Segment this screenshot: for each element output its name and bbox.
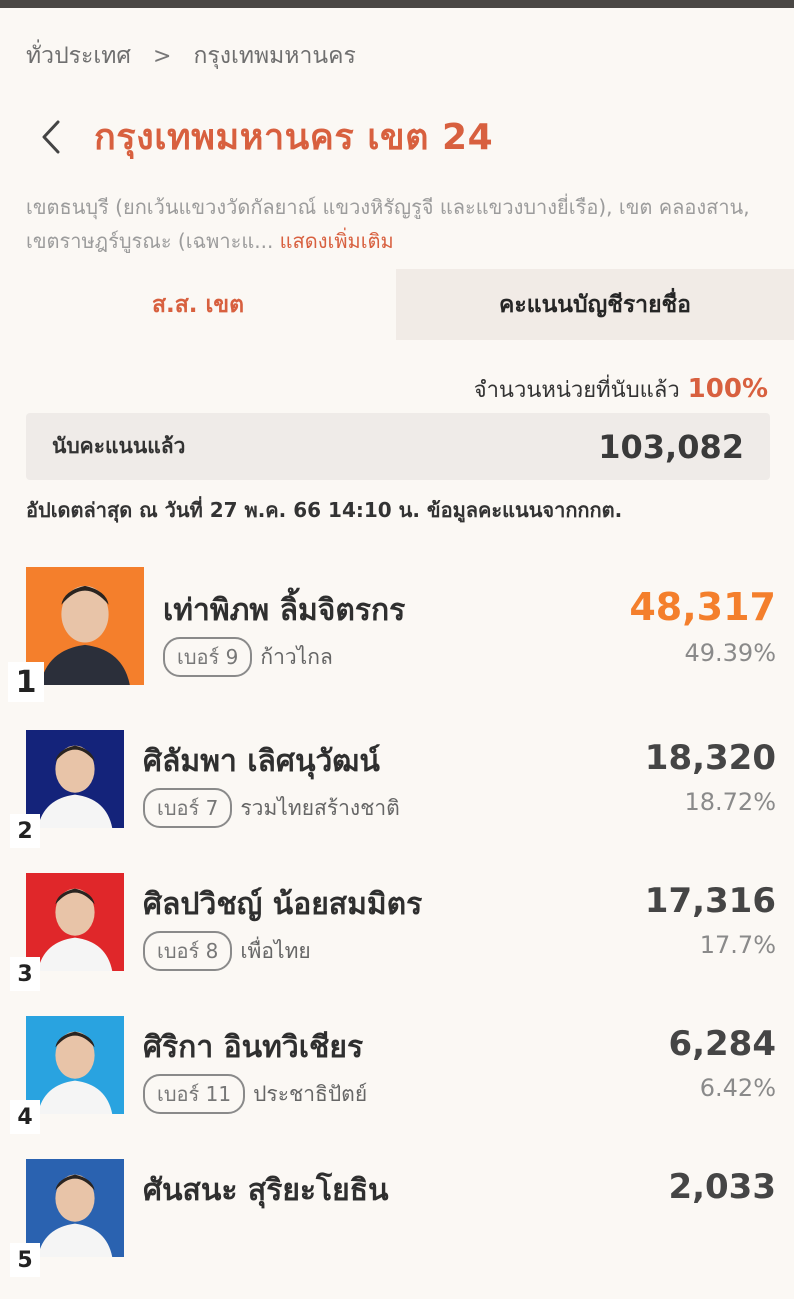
tabs: ส.ส. เขต คะแนนบัญชีรายชื่อ (0, 269, 794, 340)
units-counted-percent: 100% (687, 374, 768, 404)
party-name: ประชาธิปัตย์ (253, 1081, 368, 1106)
candidate-number-badge: เบอร์ 7 (143, 788, 233, 828)
candidate-number-badge: เบอร์ 8 (143, 931, 233, 971)
candidate-photo (26, 730, 124, 828)
candidate-row[interactable]: 5 ศันสนะ สุริยะโยธิน 2,033 (0, 1159, 794, 1299)
candidate-name: เท่าพิภพ ลิ้มจิตรกร (163, 593, 406, 628)
party-row: เบอร์ 9 ก้าวไกล (163, 637, 333, 677)
votes-counted-label: นับคะแนนแล้ว (52, 434, 186, 458)
candidate-name: ศิริกา อินทวิเชียร (143, 1030, 364, 1065)
candidate-row[interactable]: 1 เท่าพิภพ ลิ้มจิตรกรเบอร์ 9 ก้าวไกล 48,317… (0, 567, 794, 707)
candidate-number-badge: เบอร์ 9 (163, 637, 253, 677)
candidate-percent: 18.72% (684, 788, 776, 816)
party-row: เบอร์ 7 รวมไทยสร้างชาติ (143, 788, 400, 828)
candidate-photo-wrap: 3 (10, 873, 124, 991)
party-name: เพื่อไทย (240, 938, 311, 963)
top-bar (0, 0, 794, 8)
candidate-percent: 49.39% (684, 639, 776, 667)
candidate-name: ศิลปวิชญ์ น้อยสมมิตร (143, 887, 423, 922)
units-counted: จำนวนหน่วยที่นับแล้ว 100% (474, 372, 768, 407)
candidate-name: ศันสนะ สุริยะโยธิน (143, 1173, 389, 1208)
party-row: เบอร์ 8 เพื่อไทย (143, 931, 311, 971)
breadcrumb-item-country[interactable]: ทั่วประเทศ (26, 38, 131, 74)
breadcrumb-item-province[interactable]: กรุงเทพมหานคร (193, 38, 355, 74)
rank-badge: 2 (10, 814, 40, 848)
candidate-percent: 17.7% (699, 931, 776, 959)
tab-district-mp[interactable]: ส.ส. เขต (0, 269, 396, 340)
candidate-percent: 6.42% (699, 1074, 776, 1102)
chevron-left-icon[interactable] (36, 117, 66, 157)
candidate-votes: 6,284 (668, 1024, 776, 1064)
district-description: เขตธนบุรี (ยกเว้นแขวงวัดกัลยาณ์ แขวงหิรั… (26, 190, 756, 258)
tab-party-list[interactable]: คะแนนบัญชีรายชื่อ (396, 269, 794, 340)
rank-badge: 5 (10, 1243, 40, 1277)
rank-badge: 1 (8, 662, 44, 702)
chevron-right-icon: > (153, 43, 172, 69)
units-counted-label: จำนวนหน่วยที่นับแล้ว (473, 378, 680, 403)
candidate-photo (26, 873, 124, 971)
candidate-photo (26, 1159, 124, 1257)
candidate-number-badge: เบอร์ 11 (143, 1074, 246, 1114)
candidate-name: ศิลัมพา เลิศนุวัฒน์ (143, 744, 380, 779)
page-title: กรุงเทพมหานคร เขต 24 (94, 117, 494, 158)
candidate-photo (26, 1016, 124, 1114)
votes-counted-value: 103,082 (598, 427, 744, 466)
candidate-votes: 17,316 (644, 881, 776, 921)
candidate-row[interactable]: 3 ศิลปวิชญ์ น้อยสมมิตรเบอร์ 8 เพื่อไทย 17,3… (0, 873, 794, 1013)
party-row: เบอร์ 11 ประชาธิปัตย์ (143, 1074, 367, 1114)
show-more-link[interactable]: แสดงเพิ่มเติม (280, 229, 394, 253)
rank-badge: 3 (10, 957, 40, 991)
title-row: กรุงเทพมหานคร เขต 24 (36, 108, 493, 165)
candidate-row[interactable]: 4 ศิริกา อินทวิเชียรเบอร์ 11 ประชาธิปัตย์ 6… (0, 1016, 794, 1156)
candidate-photo-wrap: 5 (10, 1159, 124, 1277)
candidate-votes: 2,033 (668, 1167, 776, 1207)
rank-badge: 4 (10, 1100, 40, 1134)
candidate-photo-wrap: 2 (10, 730, 124, 848)
candidate-votes: 18,320 (644, 738, 776, 778)
votes-counted-box: นับคะแนนแล้ว 103,082 (26, 413, 770, 480)
breadcrumb: ทั่วประเทศ > กรุงเทพมหานคร (26, 38, 356, 74)
last-updated: อัปเดตล่าสุด ณ วันที่ 27 พ.ค. 66 14:10 น… (26, 498, 623, 522)
candidate-photo-wrap: 1 (8, 567, 144, 702)
party-name: ก้าวไกล (260, 644, 333, 669)
candidate-photo-wrap: 4 (10, 1016, 124, 1134)
party-name: รวมไทยสร้างชาติ (240, 795, 400, 820)
candidate-row[interactable]: 2 ศิลัมพา เลิศนุวัฒน์เบอร์ 7 รวมไทยสร้างชา… (0, 730, 794, 870)
candidate-votes: 48,317 (629, 585, 776, 629)
